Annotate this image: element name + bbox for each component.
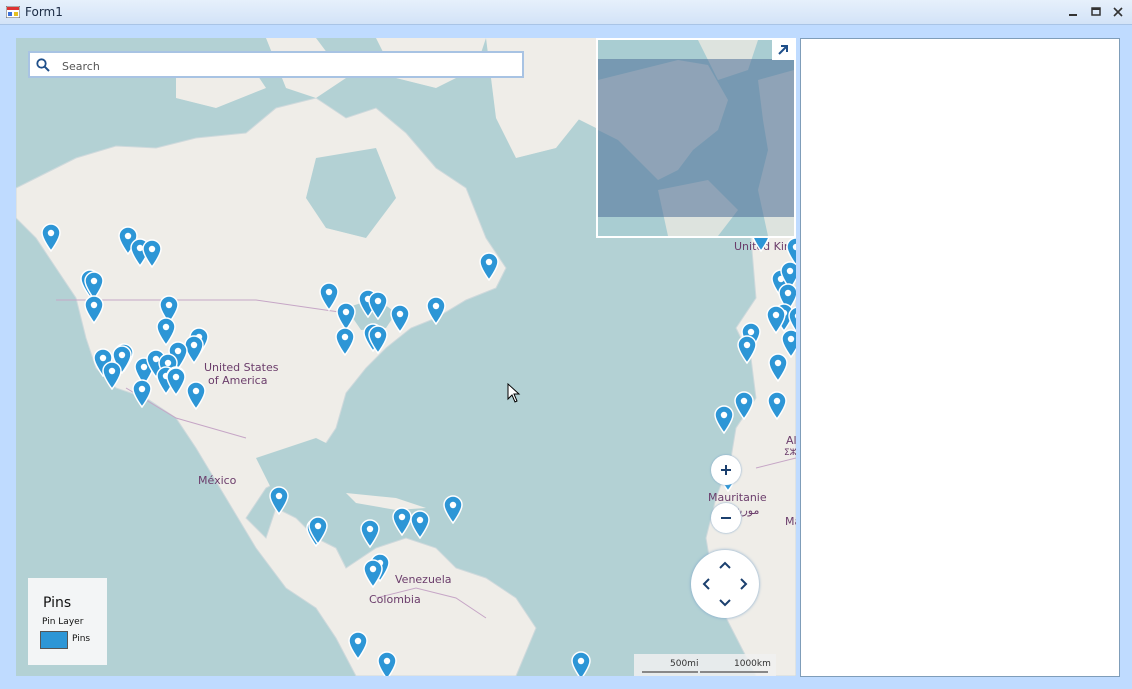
pan-up-button[interactable] xyxy=(717,557,733,573)
map-pin-icon[interactable] xyxy=(736,334,758,364)
map-pin-icon[interactable] xyxy=(389,303,411,333)
map-view[interactable]: United States of America México Venezuel… xyxy=(16,38,796,676)
map-pin-icon[interactable] xyxy=(83,294,105,324)
scale-km: 1000km xyxy=(734,659,771,669)
legend-panel: Pins Pin Layer Pins xyxy=(28,578,107,665)
overview-map[interactable] xyxy=(596,38,796,238)
map-pin-icon[interactable] xyxy=(376,650,398,676)
legend-layer-name: Pin Layer xyxy=(42,617,84,627)
minimize-icon xyxy=(1069,14,1077,16)
scale-miles: 500mi xyxy=(670,659,699,669)
side-panel xyxy=(800,38,1120,677)
zoom-out-button[interactable] xyxy=(711,503,741,533)
map-pin-icon[interactable] xyxy=(766,390,788,420)
map-pin-icon[interactable] xyxy=(367,324,389,354)
pan-right-button[interactable] xyxy=(736,576,752,592)
map-label-mexico: México xyxy=(198,474,237,487)
zoom-in-button[interactable] xyxy=(711,455,741,485)
map-pin-icon[interactable] xyxy=(425,295,447,325)
window-title: Form1 xyxy=(25,5,63,19)
map-pin-icon[interactable] xyxy=(268,485,290,515)
arrow-expand-icon xyxy=(778,45,788,55)
minimize-button[interactable] xyxy=(1064,3,1084,21)
map-pin-icon[interactable] xyxy=(442,494,464,524)
scale-bar: 500mi 1000km xyxy=(634,654,776,676)
map-pin-icon[interactable] xyxy=(185,380,207,410)
map-pin-icon[interactable] xyxy=(347,630,369,660)
map-pin-icon[interactable] xyxy=(767,352,789,382)
overview-map-image xyxy=(598,40,794,236)
map-label-ma-partial: Ma xyxy=(785,515,796,528)
maximize-button[interactable] xyxy=(1087,3,1107,21)
maximize-icon xyxy=(1091,7,1101,16)
scale-bar-miles xyxy=(642,671,698,673)
map-label-mauritanie: Mauritanie xyxy=(708,491,767,504)
map-label-colombia: Colombia xyxy=(369,593,421,606)
map-label-venezuela: Venezuela xyxy=(395,573,452,586)
map-pin-icon[interactable] xyxy=(141,238,163,268)
map-pin-icon[interactable] xyxy=(713,404,735,434)
legend-title: Pins xyxy=(43,595,72,611)
map-pin-icon[interactable] xyxy=(362,558,384,588)
map-label-ijk-partial: ⵉⵣⵣ xyxy=(784,448,796,458)
map-pin-icon[interactable] xyxy=(409,509,431,539)
search-icon[interactable] xyxy=(36,58,50,72)
map-pin-icon[interactable] xyxy=(570,650,592,676)
legend-item-label: Pins xyxy=(72,634,91,644)
search-box[interactable] xyxy=(28,51,524,78)
pan-control[interactable] xyxy=(691,550,759,618)
map-pin-icon[interactable] xyxy=(101,360,123,390)
mouse-cursor-icon xyxy=(507,383,521,403)
scale-bar-km xyxy=(700,671,768,673)
close-button[interactable] xyxy=(1109,3,1129,21)
map-pin-icon[interactable] xyxy=(40,222,62,252)
map-label-usa: United States xyxy=(204,361,279,374)
pan-left-button[interactable] xyxy=(698,576,714,592)
map-label-al-partial: Al xyxy=(786,434,796,447)
close-icon xyxy=(1113,7,1123,17)
map-pin-icon[interactable] xyxy=(165,366,187,396)
map-pin-icon[interactable] xyxy=(367,290,389,320)
map-pin-icon[interactable] xyxy=(478,251,500,281)
minus-icon xyxy=(721,517,731,519)
overview-toggle-button[interactable] xyxy=(772,40,794,60)
map-pin-icon[interactable] xyxy=(334,326,356,356)
map-pin-icon[interactable] xyxy=(733,390,755,420)
app-icon xyxy=(6,6,20,18)
plus-icon xyxy=(721,465,731,475)
search-input[interactable] xyxy=(60,56,504,76)
map-pin-icon[interactable] xyxy=(359,518,381,548)
map-label-usa-line2: of America xyxy=(208,374,268,387)
map-pin-icon[interactable] xyxy=(307,515,329,545)
legend-swatch xyxy=(40,631,68,649)
pan-down-button[interactable] xyxy=(717,595,733,611)
map-pin-icon[interactable] xyxy=(131,378,153,408)
window-titlebar: Form1 xyxy=(0,0,1132,25)
